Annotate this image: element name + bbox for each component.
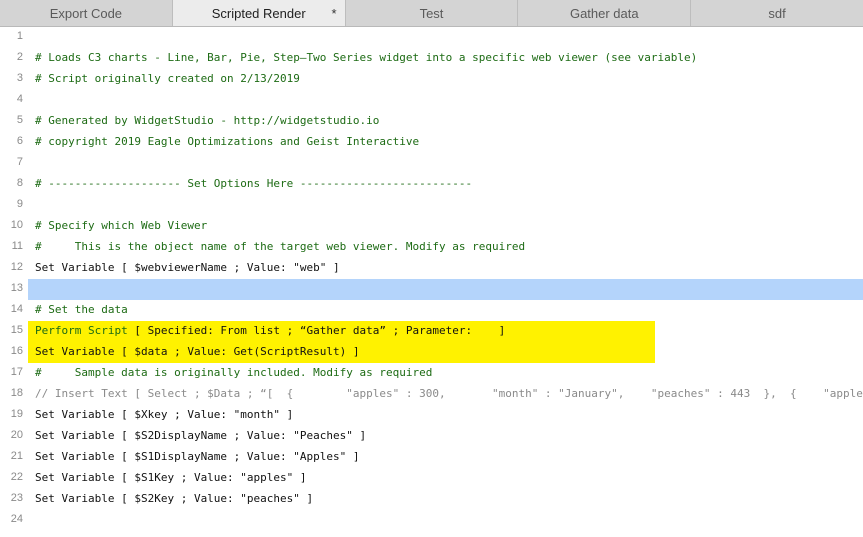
line-number: 20 (10, 429, 23, 441)
script-line[interactable]: 8 # -------------------- Set Options Here… (0, 174, 863, 195)
tab-label: Export Code (49, 5, 123, 21)
tab-gather-data[interactable]: Gather data (518, 0, 692, 26)
line-number: 13 (10, 282, 23, 294)
line-number: 15 (10, 324, 23, 336)
line-text: # Set the data (35, 303, 128, 316)
line-number: 8 (16, 177, 23, 189)
script-editor[interactable]: 1 2 # Loads C3 charts - Line, Bar, Pie, S… (0, 27, 863, 537)
line-text: Set Variable [ $S2DisplayName ; Value: "… (35, 429, 367, 442)
line-text: # Sample data is originally included. Mo… (35, 366, 433, 379)
line-text: # -------------------- Set Options Here … (35, 177, 473, 190)
modified-indicator: * (331, 6, 337, 21)
script-line-selected[interactable]: 13 (0, 279, 863, 300)
tab-label: sdf (768, 5, 786, 21)
line-number: 1 (16, 30, 23, 42)
line-text: Set Variable [ $S1Key ; Value: "apples" … (35, 471, 307, 484)
line-text: # Specify which Web Viewer (35, 219, 208, 232)
line-number: 2 (16, 51, 23, 63)
script-line[interactable]: 14 # Set the data (0, 300, 863, 321)
script-line[interactable]: 1 (0, 27, 863, 48)
line-number: 11 (11, 240, 23, 252)
script-line[interactable]: 3 # Script originally created on 2/13/201… (0, 69, 863, 90)
script-line[interactable]: 21 Set Variable [ $S1DisplayName ; Value:… (0, 447, 863, 468)
script-line[interactable]: 11 # This is the object name of the targe… (0, 237, 863, 258)
line-number: 21 (10, 450, 23, 462)
line-number: 3 (16, 72, 23, 84)
script-line[interactable]: 12 Set Variable [ $webviewerName ; Value:… (0, 258, 863, 279)
line-number: 24 (10, 513, 23, 525)
script-line-disabled[interactable]: 18 // Insert Text [ Select ; $Data ; “[ {… (0, 384, 863, 405)
tab-label: Test (419, 5, 444, 21)
script-line[interactable]: 9 (0, 195, 863, 216)
script-line[interactable]: 15 Perform Script [ Specified: From list … (0, 321, 863, 342)
line-text: Set Variable [ $S2Key ; Value: "peaches"… (35, 492, 314, 505)
script-line[interactable]: 20 Set Variable [ $S2DisplayName ; Value:… (0, 426, 863, 447)
script-line[interactable]: 24 (0, 510, 863, 531)
line-number: 14 (10, 303, 23, 315)
line-text: # Script originally created on 2/13/2019 (35, 72, 300, 85)
line-text: Set Variable [ $Xkey ; Value: "month" ] (35, 408, 294, 421)
line-text: // Insert Text [ Select ; $Data ; “[ { "… (35, 387, 863, 400)
line-number: 19 (10, 408, 23, 420)
tab-test[interactable]: Test (346, 0, 519, 26)
line-number: 4 (16, 93, 23, 105)
tab-export-code[interactable]: Export Code (0, 0, 173, 26)
script-line[interactable]: 22 Set Variable [ $S1Key ; Value: "apples… (0, 468, 863, 489)
line-number: 17 (10, 366, 23, 378)
line-number: 7 (16, 156, 23, 168)
line-text: Set Variable [ $data ; Value: Get(Script… (35, 345, 360, 358)
line-text: Set Variable [ $webviewerName ; Value: "… (35, 261, 340, 274)
line-number: 6 (16, 135, 23, 147)
line-number: 16 (10, 345, 23, 357)
script-line[interactable]: 4 (0, 90, 863, 111)
script-step-name: Perform Script (35, 324, 128, 337)
script-line[interactable]: 5 # Generated by WidgetStudio - http://wi… (0, 111, 863, 132)
line-number: 12 (10, 261, 23, 273)
line-text: # This is the object name of the target … (35, 240, 526, 253)
script-line[interactable]: 19 Set Variable [ $Xkey ; Value: "month" … (0, 405, 863, 426)
line-text: # Loads C3 charts - Line, Bar, Pie, Step… (35, 51, 698, 64)
line-number: 23 (10, 492, 23, 504)
script-line[interactable]: 6 # copyright 2019 Eagle Optimizations an… (0, 132, 863, 153)
script-line[interactable]: 2 # Loads C3 charts - Line, Bar, Pie, Ste… (0, 48, 863, 69)
tab-scripted-render[interactable]: Scripted Render * (172, 0, 346, 26)
script-line[interactable]: 17 # Sample data is originally included. … (0, 363, 863, 384)
line-number: 5 (16, 114, 23, 126)
line-text: Set Variable [ $S1DisplayName ; Value: "… (35, 450, 360, 463)
line-number: 18 (10, 387, 23, 399)
script-line[interactable]: 10 # Specify which Web Viewer (0, 216, 863, 237)
line-text: # copyright 2019 Eagle Optimizations and… (35, 135, 420, 148)
line-number: 9 (16, 198, 23, 210)
line-number: 10 (10, 219, 23, 231)
script-line[interactable]: 7 (0, 153, 863, 174)
line-text: Perform Script [ Specified: From list ; … (35, 323, 505, 339)
tab-sdf[interactable]: sdf (691, 0, 863, 26)
script-step-params: [ Specified: From list ; “Gather data” ;… (127, 324, 506, 337)
script-line[interactable]: 23 Set Variable [ $S2Key ; Value: "peache… (0, 489, 863, 510)
tab-label: Scripted Render (211, 5, 306, 21)
script-line[interactable]: 16 Set Variable [ $data ; Value: Get(Scri… (0, 342, 863, 363)
line-number: 22 (10, 471, 23, 483)
tab-label: Gather data (569, 5, 639, 21)
line-text: # Generated by WidgetStudio - http://wid… (35, 114, 380, 127)
tab-bar: Export Code Scripted Render * Test Gather… (0, 0, 863, 27)
